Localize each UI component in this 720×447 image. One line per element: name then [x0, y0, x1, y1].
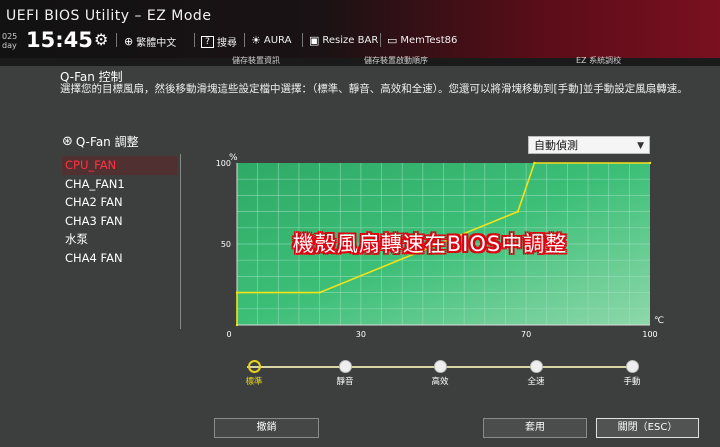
aura-icon: ☀	[251, 34, 261, 47]
fan-item-cha2[interactable]: CHA2 FAN	[62, 193, 178, 212]
preset-node[interactable]	[625, 360, 639, 373]
language-button[interactable]: ⊕ 繁體中文	[124, 34, 176, 49]
preset-label: 靜音	[336, 377, 354, 387]
preset-label: 標準	[245, 377, 263, 387]
date-display: 025 day	[2, 32, 18, 50]
preset-node[interactable]	[433, 360, 447, 373]
fan-list-header: ⊛ Q-Fan 調整	[62, 134, 139, 149]
apply-button[interactable]: 套用	[483, 418, 587, 438]
curve-point	[648, 161, 652, 165]
close-button[interactable]: 關閉（ESC）	[596, 418, 699, 438]
curve-point	[318, 291, 321, 294]
preset-label: 全速	[527, 377, 545, 387]
divider	[244, 33, 245, 47]
top-bar: UEFI BIOS Utility – EZ Mode 025 day 15:4…	[0, 0, 720, 58]
tab-boot-order[interactable]: 儲存裝置啟動順序	[364, 55, 428, 66]
preset-node[interactable]	[338, 360, 352, 373]
search-button[interactable]: ? 搜尋	[201, 34, 237, 49]
divider	[116, 33, 117, 47]
divider	[194, 33, 195, 47]
preset-node[interactable]	[247, 360, 261, 373]
x-tick-label: 0	[226, 330, 231, 338]
fan-item-cha1[interactable]: CHA_FAN1	[62, 175, 178, 194]
preset-node[interactable]	[529, 360, 543, 373]
overlay-caption: 機殼風扇轉速在BIOS中調整	[292, 232, 568, 256]
qfan-description: 選擇您的目標風扇，然後移動滑塊這些設定檔中選擇：（標準、靜音、高效和全速）。您還…	[60, 83, 688, 95]
memtest-button[interactable]: ▭ MemTest86	[387, 34, 457, 47]
gear-icon[interactable]: ⚙	[94, 30, 108, 49]
app-title: UEFI BIOS Utility – EZ Mode	[6, 8, 212, 24]
y-tick-label: 100	[216, 159, 231, 168]
x-tick-label: 70	[521, 330, 531, 338]
aura-button[interactable]: ☀ AURA	[251, 34, 291, 47]
resize-bar-button[interactable]: ▣ Resize BAR	[309, 34, 378, 47]
tab-storage-info[interactable]: 儲存裝置資訊	[232, 55, 280, 66]
x-tick-label: 100	[642, 330, 657, 338]
x-tick-label: 30	[356, 330, 366, 338]
fan-icon: ⊛	[62, 134, 73, 149]
curve-point	[516, 210, 520, 213]
preset-label: 手動	[623, 377, 641, 387]
curve-point	[235, 323, 239, 327]
x-unit-label: ℃	[654, 316, 664, 326]
undo-button[interactable]: 撤銷	[214, 418, 319, 438]
clock: 15:45	[26, 28, 93, 52]
tab-ez-tuning[interactable]: EZ 系統調校	[576, 55, 621, 66]
curve-point	[533, 161, 536, 165]
tab-strip: 儲存裝置資訊 儲存裝置啟動順序 EZ 系統調校	[0, 55, 720, 66]
fan-item-cpu[interactable]: CPU_FAN	[62, 156, 178, 175]
resize-bar-icon: ▣	[309, 34, 320, 47]
help-icon: ?	[201, 35, 214, 48]
divider	[302, 33, 303, 47]
preset-label: 高效	[431, 377, 449, 387]
divider	[380, 33, 381, 47]
memtest-icon: ▭	[387, 34, 398, 47]
curve-point	[235, 291, 239, 294]
globe-icon: ⊕	[124, 35, 134, 48]
